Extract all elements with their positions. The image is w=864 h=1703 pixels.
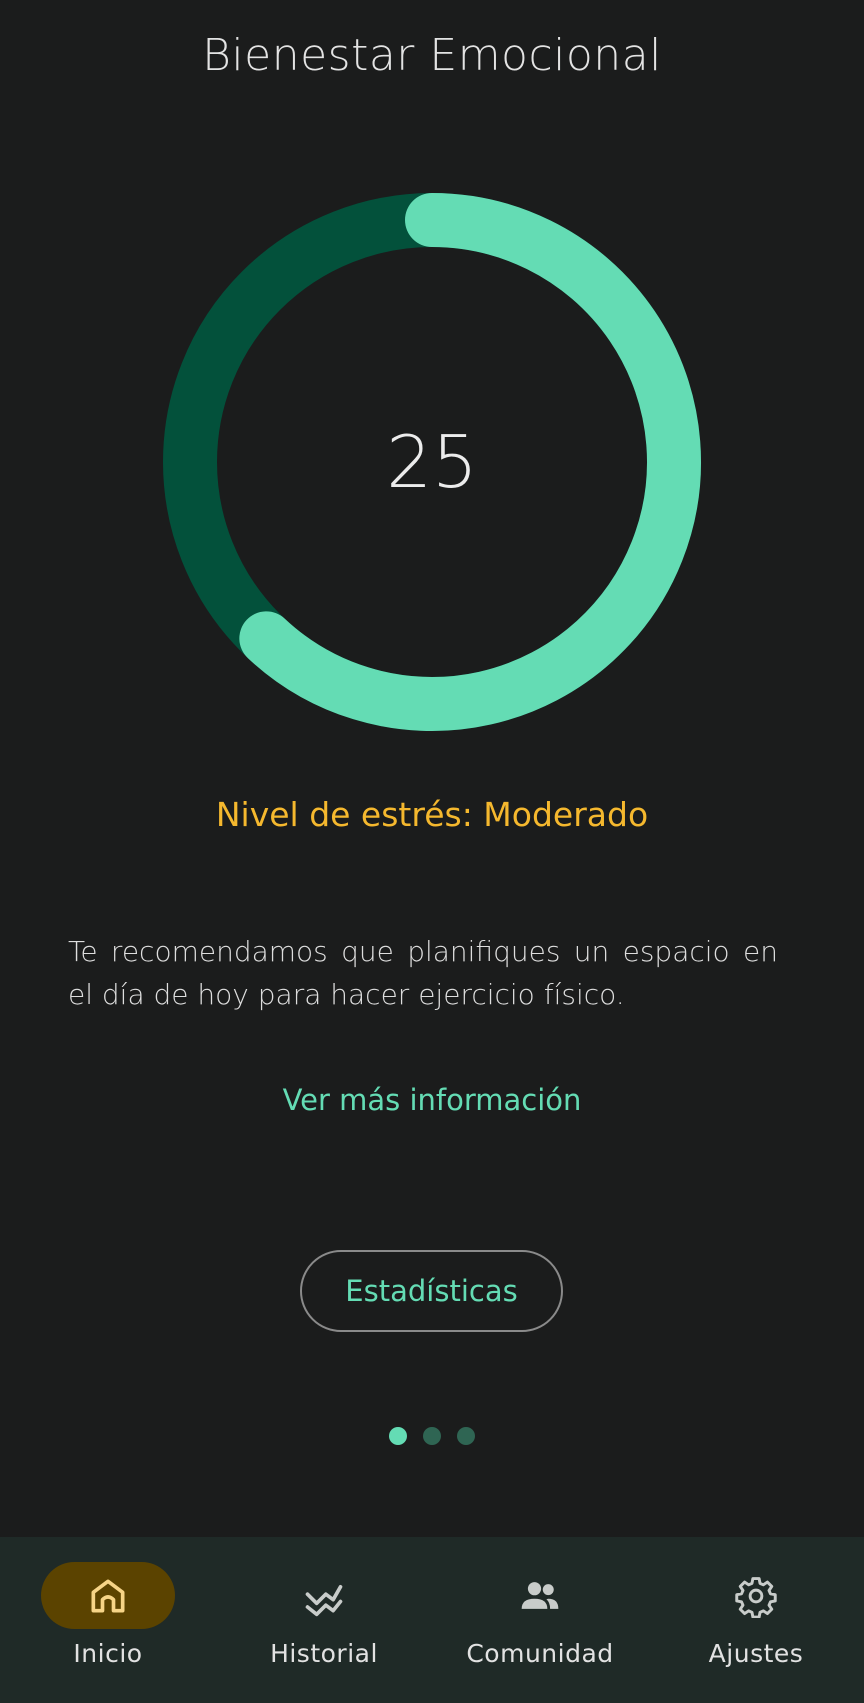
nav-pill-historial [257,1562,391,1629]
gear-icon [735,1576,777,1618]
statistics-button[interactable]: Estadísticas [300,1250,563,1332]
nav-item-inicio[interactable]: Inicio [0,1537,216,1703]
page-title: Bienestar Emocional [202,30,662,81]
history-chart-icon [305,1584,343,1616]
nav-item-comunidad[interactable]: Comunidad [432,1537,648,1703]
wellbeing-gauge: 25 [162,192,702,732]
recommendation-text: Te recomendamos que planifiques un espac… [68,935,778,1011]
bottom-nav: Inicio Historial Comunidad Ajustes [0,1537,864,1703]
nav-item-ajustes[interactable]: Ajustes [648,1537,864,1703]
home-icon [91,1579,125,1612]
page-dot-2[interactable] [423,1427,441,1445]
nav-label-historial: Historial [270,1639,378,1668]
page-dot-1[interactable] [389,1427,407,1445]
gauge-value: 25 [386,420,478,504]
nav-pill-comunidad [473,1562,607,1629]
nav-pill-ajustes [689,1562,823,1629]
nav-label-ajustes: Ajustes [708,1639,804,1668]
people-icon [521,1581,559,1609]
stress-level-label: Nivel de estrés: Moderado [215,795,649,834]
nav-item-historial[interactable]: Historial [216,1537,432,1703]
page-indicator [0,1427,864,1445]
nav-pill-inicio [41,1562,175,1629]
page-dot-3[interactable] [457,1427,475,1445]
nav-label-comunidad: Comunidad [466,1639,614,1668]
more-info-link[interactable]: Ver más información [0,1083,864,1117]
nav-label-inicio: Inicio [73,1639,143,1668]
